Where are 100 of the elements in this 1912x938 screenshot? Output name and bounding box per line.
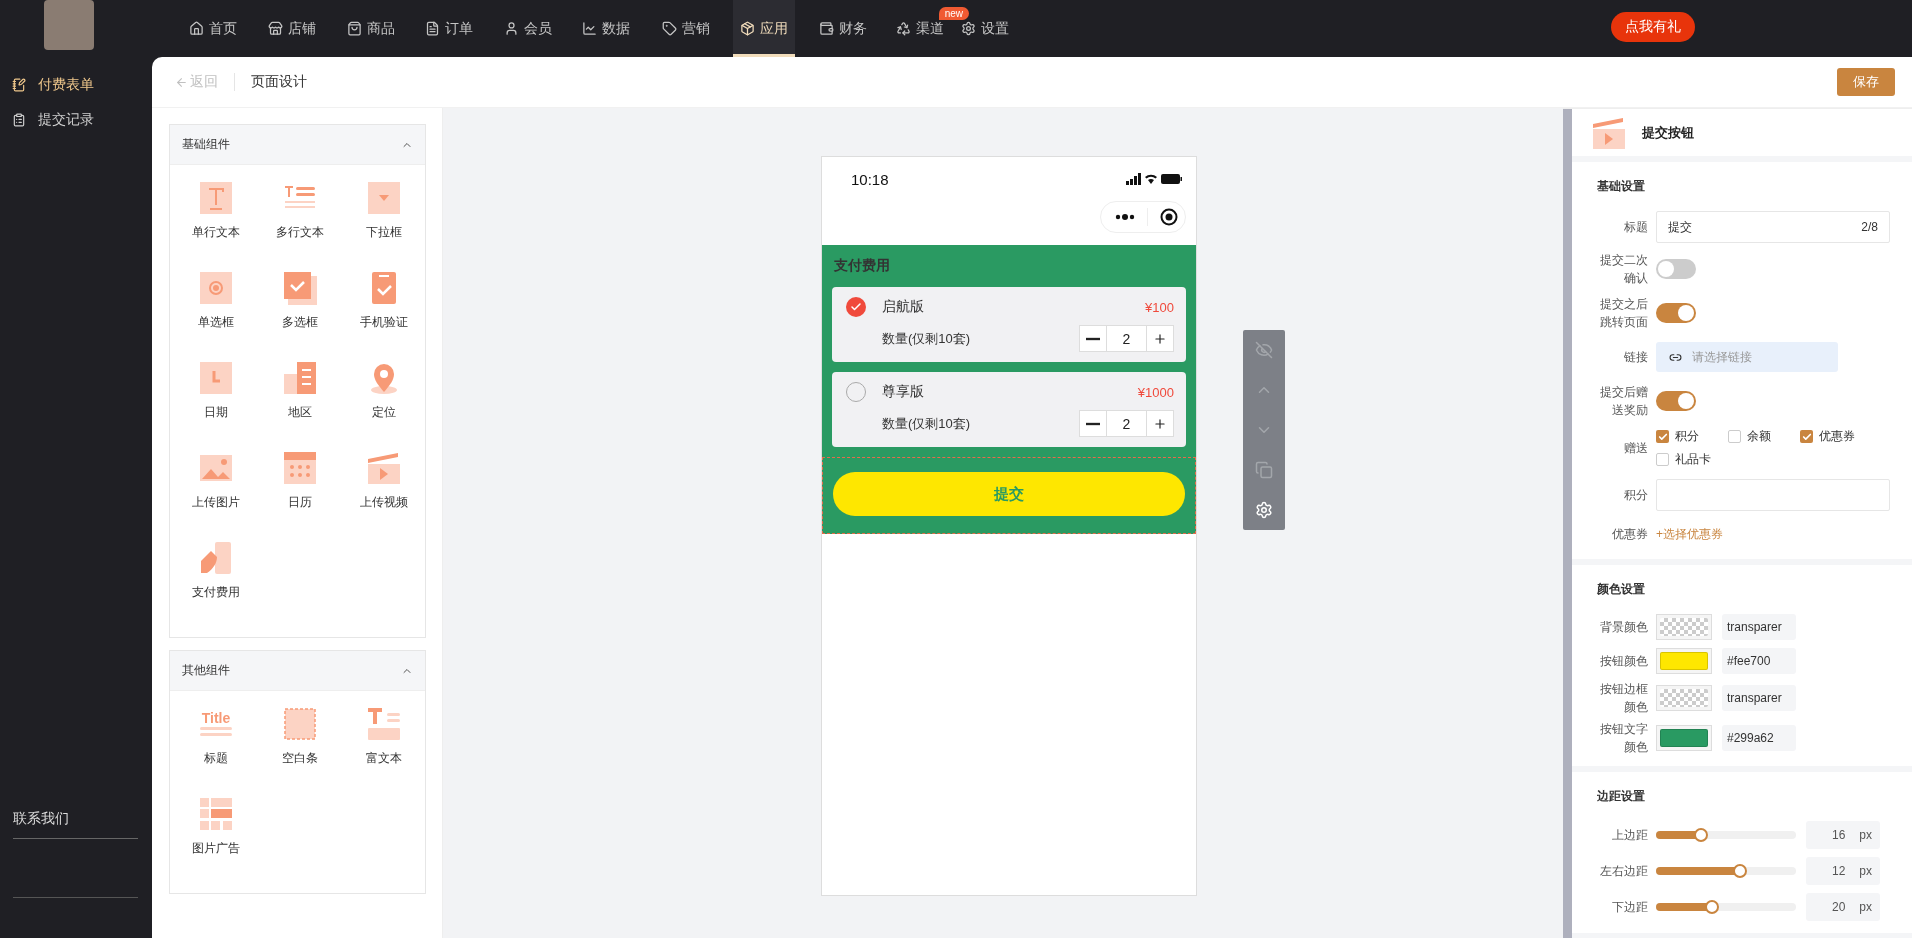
component-item[interactable]: 多选框	[258, 271, 342, 361]
settings-icon[interactable]	[1255, 501, 1273, 519]
color-swatch[interactable]	[1656, 614, 1712, 640]
slider-track[interactable]	[1656, 903, 1796, 911]
color-swatch[interactable]	[1656, 725, 1712, 751]
points-field[interactable]	[1656, 479, 1890, 511]
form-icon	[12, 77, 26, 92]
color-swatch[interactable]	[1656, 685, 1712, 711]
component-label: 标题	[204, 750, 228, 767]
slider-track[interactable]	[1656, 867, 1796, 875]
toggle-switch[interactable]	[1656, 391, 1696, 411]
copy-icon[interactable]	[1255, 461, 1273, 479]
checkbox-option[interactable]: 优惠券	[1800, 428, 1872, 445]
component-item[interactable]: 支付费用	[174, 541, 258, 631]
component-label: 多选框	[282, 314, 318, 331]
nav-tab[interactable]: 应用	[733, 0, 795, 57]
group-header[interactable]: 基础组件	[170, 125, 425, 165]
payment-icon	[199, 541, 233, 575]
nav-tab[interactable]: 店铺	[261, 0, 323, 57]
component-label: 图片广告	[192, 840, 240, 857]
tag-icon	[662, 21, 677, 36]
plan-card[interactable]: 尊享版 ¥1000 数量(仅剩10套) 2	[832, 372, 1186, 447]
color-value[interactable]: #299a62	[1722, 725, 1796, 751]
component-label: 下拉框	[366, 224, 402, 241]
color-value[interactable]: #fee700	[1722, 648, 1796, 674]
calendar-icon	[283, 451, 317, 485]
group-header[interactable]: 其他组件	[170, 651, 425, 691]
slider-thumb[interactable]	[1705, 900, 1719, 914]
component-item[interactable]: 手机验证	[342, 271, 426, 361]
home-icon	[189, 21, 204, 36]
color-swatch[interactable]	[1656, 648, 1712, 674]
checkbox-option[interactable]: 余额	[1728, 428, 1800, 445]
component-item[interactable]: 单选框	[174, 271, 258, 361]
toggle-switch[interactable]	[1656, 303, 1696, 323]
nav-tab[interactable]: 会员	[497, 0, 559, 57]
component-item[interactable]: 日历	[258, 451, 342, 541]
component-item[interactable]: 多行文本	[258, 181, 342, 271]
number-field[interactable]: 12 px	[1806, 857, 1880, 885]
grid-layout-icon	[199, 797, 233, 831]
component-item[interactable]: 空白条	[258, 707, 342, 797]
nav-tab[interactable]: 商品	[340, 0, 402, 57]
wallet-icon	[819, 21, 834, 36]
checkbox-option[interactable]: 积分	[1656, 428, 1728, 445]
toggle-switch[interactable]	[1656, 259, 1696, 279]
slider-thumb[interactable]	[1693, 828, 1708, 842]
component-item[interactable]: Title 标题	[174, 707, 258, 797]
color-value[interactable]: transparer	[1722, 685, 1796, 711]
field-label: 按钮颜色	[1600, 653, 1648, 670]
number-field[interactable]: 16 px	[1806, 821, 1880, 849]
component-label: 多行文本	[276, 224, 324, 241]
number-field[interactable]: 20 px	[1806, 893, 1880, 921]
field-label: 链接	[1623, 349, 1648, 366]
component-item[interactable]: 上传图片	[174, 451, 258, 541]
component-item[interactable]: 下拉框	[342, 181, 426, 271]
bag-icon	[347, 21, 362, 36]
nav-tab[interactable]: 首页	[182, 0, 244, 57]
sidebar-item[interactable]: 付费表单	[0, 67, 152, 102]
radio-button[interactable]	[846, 297, 866, 317]
checkbox-icon	[283, 271, 317, 305]
section-heading: 颜色设置	[1596, 581, 1646, 598]
plan-card[interactable]: 启航版 ¥100 数量(仅剩10套) 2	[832, 287, 1186, 362]
component-label: 定位	[372, 404, 396, 421]
section-heading: 基础设置	[1596, 178, 1646, 195]
plan-name: 尊享版	[882, 383, 925, 401]
field-label: 按钮边框颜色	[1600, 681, 1648, 716]
more-icon	[1115, 214, 1135, 220]
hide-icon[interactable]	[1255, 341, 1273, 359]
component-item[interactable]: 日期	[174, 361, 258, 451]
gift-button[interactable]: 点我有礼	[1611, 12, 1695, 42]
component-label: 日期	[204, 404, 228, 421]
field-label: 提交之后跳转页面	[1600, 296, 1648, 331]
nav-tab[interactable]: 订单	[418, 0, 480, 57]
component-label: 上传视频	[360, 494, 408, 511]
field-label: 背景颜色	[1600, 619, 1648, 636]
store-icon	[268, 21, 283, 36]
slider-thumb[interactable]	[1733, 864, 1747, 878]
status-time: 10:18	[851, 170, 889, 188]
component-label: 地区	[288, 404, 312, 421]
component-item[interactable]: 上传视频	[342, 451, 426, 541]
color-value[interactable]: transparer	[1722, 614, 1796, 640]
field-label: 优惠券	[1611, 526, 1648, 543]
sidebar-item[interactable]: 提交记录	[0, 102, 152, 137]
page-title: 页面设计	[251, 73, 307, 91]
component-item[interactable]: 地区	[258, 361, 342, 451]
plan-price: ¥100	[1144, 299, 1174, 315]
component-item[interactable]: 图片广告	[174, 797, 258, 887]
title-field[interactable]: 提交 2/8	[1656, 211, 1890, 243]
video-icon	[1592, 115, 1626, 150]
component-label: 手机验证	[360, 314, 408, 331]
checkbox-option[interactable]: 礼品卡	[1656, 451, 1728, 468]
slider-track[interactable]	[1656, 831, 1796, 839]
plan-price: ¥1000	[1136, 384, 1174, 400]
nav-tab[interactable]: 营销	[655, 0, 717, 57]
nav-tab[interactable]: 财务	[812, 0, 874, 57]
nav-tab[interactable]: 数据	[575, 0, 637, 57]
component-item[interactable]: 单行文本	[174, 181, 258, 271]
avatar	[44, 0, 94, 50]
component-item[interactable]: 富文本	[342, 707, 426, 797]
component-item[interactable]: 定位	[342, 361, 426, 451]
field-label: 赠送	[1623, 440, 1648, 457]
